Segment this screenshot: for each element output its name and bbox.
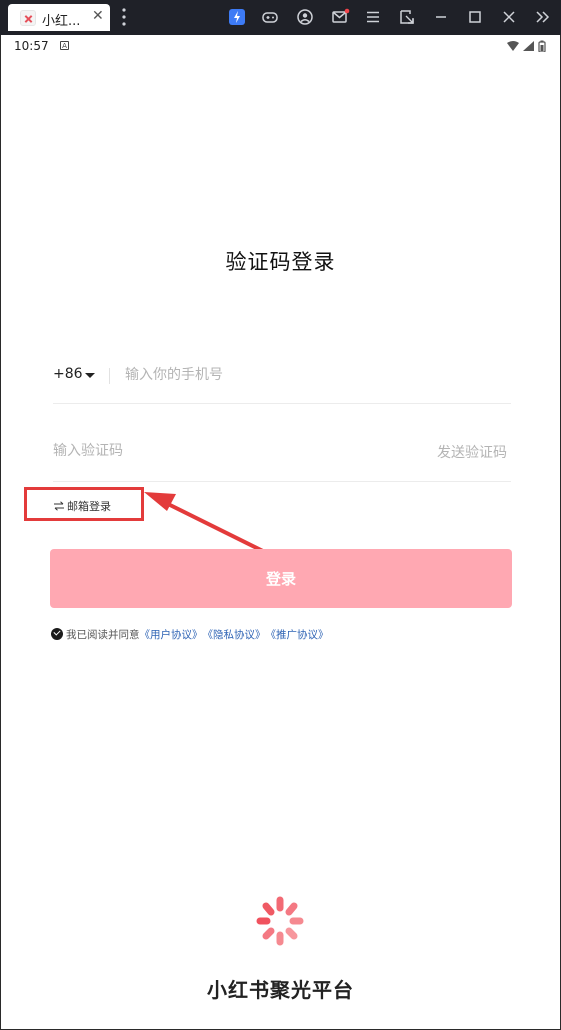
app-tab[interactable]: 小红... ✕ [8,4,110,31]
wifi-icon [507,41,519,51]
status-time: 10:57 [14,39,49,53]
brand-name: 小红书聚光平台 [207,978,354,1002]
app-tab-title: 小红... [42,14,81,29]
caret-down-icon[interactable] [85,373,95,378]
minimize-icon[interactable] [431,7,451,27]
notification-icon: A [60,41,69,50]
more-options-icon[interactable] [119,7,139,27]
phone-input[interactable] [125,362,505,388]
account-icon[interactable] [295,7,315,27]
send-code-button[interactable]: 发送验证码 [437,442,507,462]
gamepad-icon[interactable] [260,7,280,27]
phone-number-row: +86 [53,354,511,404]
screenshot-icon[interactable] [397,7,417,27]
emulator-title-bar: 小红... ✕ [0,0,561,35]
signal-icon [523,41,534,51]
annotation-highlight-box [24,487,144,521]
privacy-agreement-link[interactable]: 《隐私协议》 [203,627,266,642]
agreement-row: 我已阅读并同意 《用户协议》 《隐私协议》 《推广协议》 [51,626,329,642]
verification-code-row: 发送验证码 [53,432,511,482]
tab-close-icon[interactable]: ✕ [92,8,104,24]
page-title: 验证码登录 [225,250,336,274]
country-code-selector[interactable]: +86 [53,366,83,382]
mail-icon[interactable] [330,7,350,27]
app-store-icon[interactable] [227,7,247,27]
close-icon[interactable] [499,7,519,27]
user-agreement-link[interactable]: 《用户协议》 [140,627,203,642]
verification-code-input[interactable] [53,438,353,464]
promotion-agreement-link[interactable]: 《推广协议》 [266,627,329,642]
login-button[interactable]: 登录 [50,549,512,608]
status-bar: 10:57 A [0,35,561,57]
expand-sidebar-icon[interactable] [533,7,553,27]
maximize-icon[interactable] [465,7,485,27]
brand-logo-icon [256,896,304,946]
agreement-text: 我已阅读并同意 [66,628,140,641]
menu-icon[interactable] [363,7,383,27]
field-divider [109,368,110,384]
agreement-checkbox[interactable] [51,628,63,640]
app-tab-icon [20,10,36,26]
device-screen-frame [0,35,561,1030]
status-indicators [507,40,546,52]
